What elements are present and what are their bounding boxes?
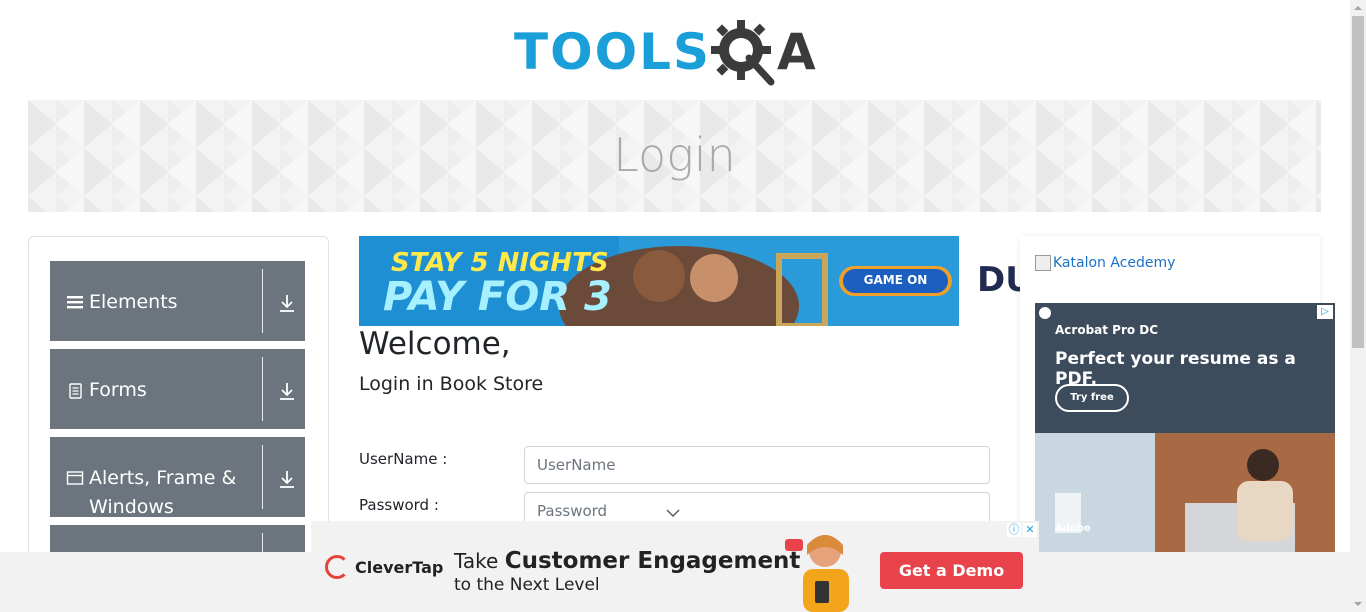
ad-controls: ⓘ ✕ [1007,523,1037,537]
divider [262,269,263,333]
logo-suffix: A [777,23,816,81]
ad-photo: Adobe [1035,433,1335,552]
divider [262,445,263,509]
adobe-ad[interactable]: Acrobat Pro DC Perfect your resume as a … [1035,303,1335,552]
vertical-scrollbar[interactable] [1350,0,1366,612]
ad-cta: GAME ON [863,273,928,287]
document-icon [69,383,82,399]
top-ad-banner[interactable]: STAY 5 NIGHTS PAY FOR 3 GAME ON DU [359,236,1020,326]
ad-illustration [1035,433,1335,552]
ad-brand: Adobe [1055,523,1091,534]
ad-badge-icon [1039,307,1051,319]
menu-group-elements[interactable]: Elements [50,261,305,341]
menu-group-label: Elements [89,291,178,313]
get-demo-button[interactable]: Get a Demo [880,552,1023,589]
menu-icon [67,296,83,309]
ad-headline: Take Customer Engagement [454,548,800,574]
broken-image-icon [1035,255,1051,271]
left-menu: Elements Forms Alerts, Frame & Windows [28,236,329,566]
chevron-down-icon [666,509,680,517]
ad-person-illustration [785,535,849,612]
ad-headline-bold: Customer Engagement [504,548,801,574]
try-free-button[interactable]: Try free [1055,384,1129,412]
ad-subline: to the Next Level [454,575,600,595]
window-icon [66,471,84,485]
menu-group-forms[interactable]: Forms [50,349,305,429]
gear-magnifier-icon [711,20,775,86]
ad-take: Take [454,549,499,573]
info-icon[interactable]: ⓘ [1007,523,1021,537]
login-subtitle: Login in Book Store [359,373,544,395]
download-icon[interactable] [278,469,296,489]
ad-headline: Perfect your resume as a PDF. [1055,349,1296,389]
clevertap-logo: CleverTap [325,555,443,579]
menu-group-label: Forms [89,379,147,401]
page: TOOLS A Login Elements Forms Alerts, Fra… [0,0,1366,612]
menu-group-alerts[interactable]: Alerts, Frame & Windows [50,437,305,518]
clevertap-ring-icon [325,555,349,579]
ad-brand: DU [977,260,1020,300]
close-icon[interactable]: ✕ [1023,523,1037,537]
welcome-heading: Welcome, [359,326,511,362]
page-banner: Login [28,100,1321,212]
download-icon[interactable] [278,293,296,313]
side-ad[interactable]: Katalon Acedemy Acrobat Pro DC Perfect y… [1020,236,1335,552]
username-label: UserName : [359,450,448,468]
katalon-image-link[interactable]: Katalon Acedemy [1035,255,1175,271]
logo-text: TOOLS [514,23,711,81]
toolsqa-logo[interactable]: TOOLS A [514,14,816,90]
download-icon[interactable] [278,381,296,401]
divider [262,357,263,421]
menu-group-label: Alerts, Frame & Windows [89,467,237,518]
ad-line2: PAY FOR 3 [383,274,612,320]
katalon-alt-text: Katalon Acedemy [1053,255,1176,271]
scroll-down-icon[interactable] [1350,596,1366,612]
password-label: Password : [359,496,439,514]
page-title: Login [613,128,736,182]
scroll-thumb[interactable] [1352,16,1364,348]
bottom-ad[interactable]: CleverTap Take Customer Engagement to th… [311,521,1039,612]
clevertap-brand: CleverTap [355,557,444,577]
adchoices-icon[interactable]: ▷ [1317,305,1333,319]
username-input[interactable] [524,446,990,484]
scroll-up-icon[interactable] [1350,0,1366,16]
ad-product: Acrobat Pro DC [1055,323,1159,337]
